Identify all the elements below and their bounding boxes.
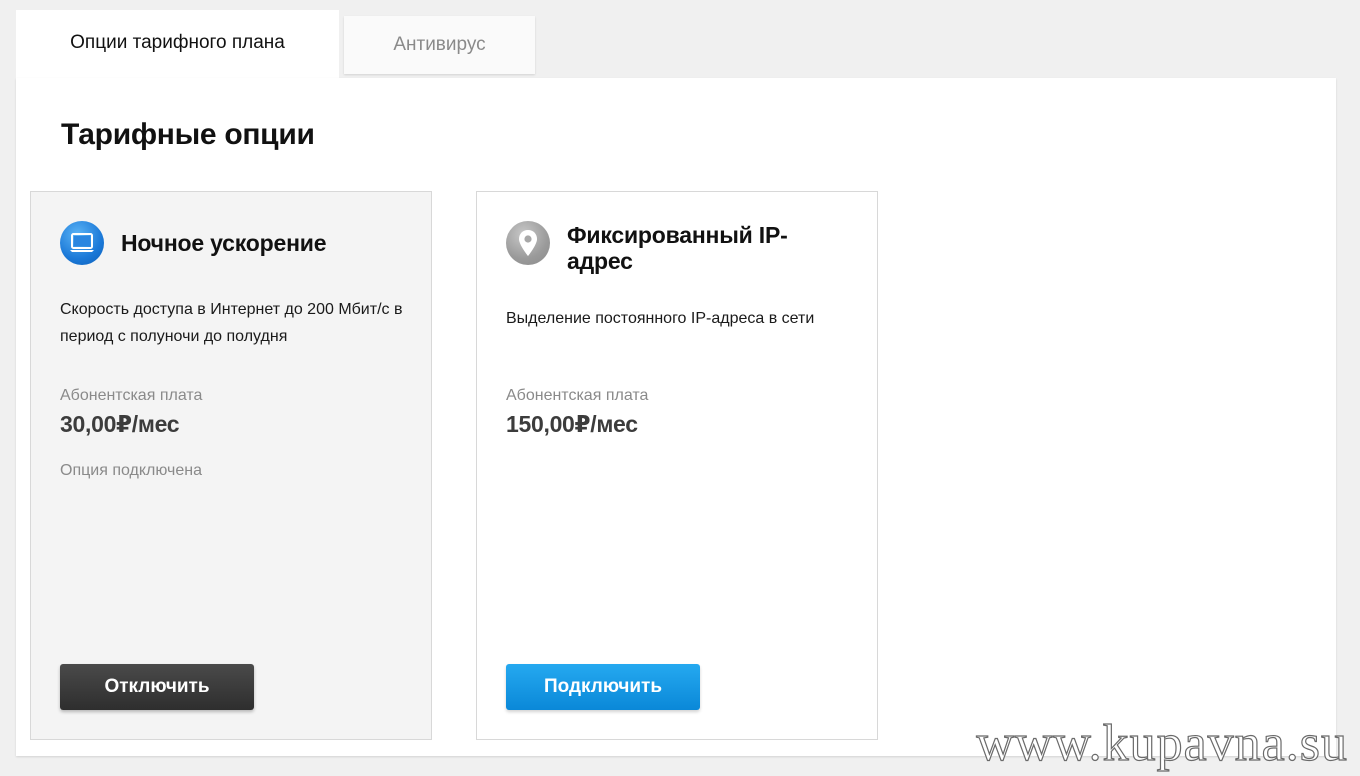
monitor-icon (60, 221, 104, 265)
section-title: Тарифные опции (61, 118, 315, 151)
option-status: Опция подключена (60, 462, 202, 479)
tab-tariff-options[interactable]: Опции тарифного плана (16, 10, 339, 78)
option-title: Ночное ускорение (121, 230, 327, 256)
tab-tariff-options-label: Опции тарифного плана (70, 32, 285, 53)
fee-label: Абонентская плата (60, 387, 203, 404)
fee-label: Абонентская плата (506, 387, 649, 404)
connect-button[interactable]: Подключить (506, 664, 700, 710)
site-watermark: www.kupavna.su (976, 715, 1348, 772)
option-description: Скорость доступа в Интернет до 200 Мбит/… (60, 301, 403, 345)
option-description: Выделение постоянного IP-адреса в сети (506, 310, 815, 327)
fee-value: 150,00₽/мес (506, 411, 638, 437)
tab-antivirus-label: Антивирус (393, 34, 486, 55)
fee-value: 30,00₽/мес (60, 411, 180, 437)
option-title: Фиксированный IP-адрес (567, 222, 788, 274)
tariff-options-panel: Тарифные опции Ночное ускорение Скорость… (16, 78, 1336, 756)
location-pin-icon (506, 221, 550, 265)
option-card-night-boost: Ночное ускорение Скорость доступа в Инте… (30, 191, 432, 740)
tab-bar: Опции тарифного плана Антивирус (16, 10, 535, 78)
option-card-fixed-ip: Фиксированный IP-адрес Выделение постоян… (476, 191, 878, 740)
tab-antivirus[interactable]: Антивирус (344, 16, 535, 74)
disconnect-button[interactable]: Отключить (60, 664, 254, 710)
